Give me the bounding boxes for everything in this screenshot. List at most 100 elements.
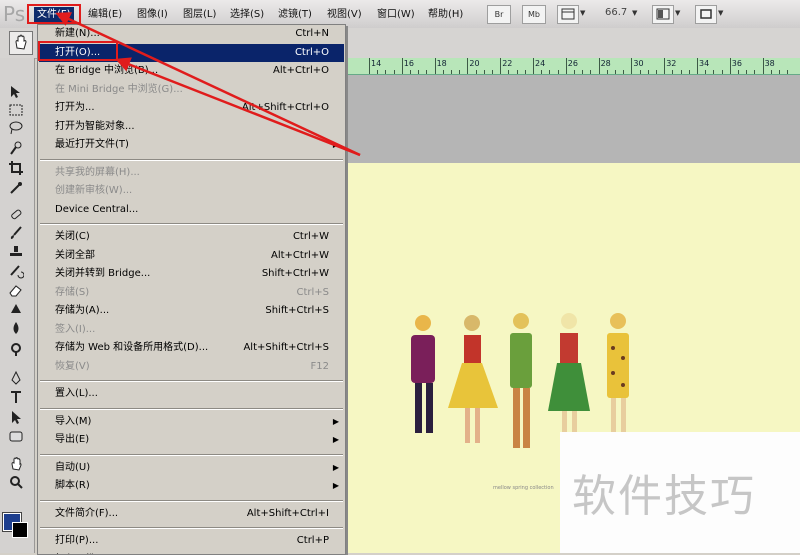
ruler-minor-tick	[410, 70, 411, 74]
menu-item-label: 自动(U)	[55, 459, 90, 477]
background-color-swatch[interactable]	[12, 522, 28, 538]
lasso-icon[interactable]	[8, 120, 24, 136]
ruler-minor-tick	[590, 70, 591, 74]
menu-help[interactable]: 帮助(H)	[428, 7, 463, 23]
bridge-button[interactable]: Br	[487, 5, 511, 24]
crop-icon[interactable]	[8, 160, 24, 176]
ruler-label: 22	[502, 59, 512, 68]
brush-icon[interactable]	[8, 225, 24, 241]
menu-select[interactable]: 选择(S)	[230, 7, 264, 23]
app-logo: Ps	[3, 2, 25, 26]
history-brush-icon[interactable]	[8, 263, 24, 279]
screen-mode-icon	[699, 8, 713, 20]
file-menu-item[interactable]: Device Central...	[39, 201, 344, 219]
ruler-minor-tick	[615, 70, 616, 74]
file-menu-item[interactable]: 存储(S)Ctrl+S	[39, 284, 344, 302]
menu-item-shortcut: F12	[311, 358, 329, 376]
file-menu-item[interactable]: 在 Bridge 中浏览(B)...Alt+Ctrl+O	[39, 62, 344, 80]
menu-item-shortcut: Alt+Shift+Ctrl+I	[247, 505, 329, 523]
mini-bridge-button[interactable]: Mb	[522, 5, 546, 24]
menu-item-label: 存储为(A)...	[55, 302, 109, 320]
quick-select-icon[interactable]	[8, 140, 24, 156]
pen-icon[interactable]	[8, 370, 24, 386]
hand-icon[interactable]	[8, 456, 24, 472]
file-menu-item[interactable]: 文件简介(F)...Alt+Shift+Ctrl+I	[39, 505, 344, 523]
menu-image[interactable]: 图像(I)	[137, 7, 168, 23]
chevron-down-icon[interactable]: ▼	[718, 9, 723, 17]
file-menu-item[interactable]: 脚本(R)▶	[39, 477, 344, 495]
file-menu-item[interactable]: 自动(U)▶	[39, 459, 344, 477]
file-menu-item[interactable]: 置入(L)...	[39, 385, 344, 403]
chevron-down-icon[interactable]: ▼	[580, 9, 585, 17]
menu-view[interactable]: 视图(V)	[327, 7, 362, 23]
menu-filter[interactable]: 滤镜(T)	[278, 7, 312, 23]
healing-brush-icon[interactable]	[8, 206, 24, 222]
menu-item-label: 在 Bridge 中浏览(B)...	[55, 62, 158, 80]
view-extras-button[interactable]	[557, 5, 579, 24]
menu-item-shortcut: Ctrl+S	[296, 284, 329, 302]
zoom-icon[interactable]	[8, 474, 24, 490]
menu-item-shortcut: Alt+Shift+Ctrl+S	[243, 339, 329, 357]
file-menu-item[interactable]: 创建新审核(W)...	[39, 182, 344, 200]
clone-stamp-icon[interactable]	[8, 244, 24, 260]
file-menu-item[interactable]: 在 Mini Bridge 中浏览(G)...	[39, 81, 344, 99]
file-menu-item[interactable]: 关闭并转到 Bridge...Shift+Ctrl+W	[39, 265, 344, 283]
move-icon[interactable]	[8, 84, 24, 100]
ruler-minor-tick	[771, 70, 772, 74]
menu-item-shortcut: Shift+Ctrl+S	[265, 302, 329, 320]
file-menu-item[interactable]: 导入(M)▶	[39, 413, 344, 431]
file-menu-item[interactable]: 存储为 Web 和设备所用格式(D)...Alt+Shift+Ctrl+S	[39, 339, 344, 357]
file-menu-item[interactable]: 共享我的屏幕(H)...	[39, 164, 344, 182]
menu-item-label: 置入(L)...	[55, 385, 98, 403]
menu-item-label: 恢复(V)	[55, 358, 90, 376]
menu-layer[interactable]: 图层(L)	[183, 7, 216, 23]
dodge-icon[interactable]	[8, 341, 24, 357]
arrange-documents-button[interactable]	[652, 5, 674, 24]
file-menu-item[interactable]: 关闭(C)Ctrl+W	[39, 228, 344, 246]
menu-item-label: 导入(M)	[55, 413, 91, 431]
ruler-minor-tick	[648, 70, 649, 74]
marquee-icon[interactable]	[8, 102, 24, 118]
blur-icon[interactable]	[8, 320, 24, 336]
menu-item-label: 导出(E)	[55, 431, 89, 449]
submenu-arrow-icon: ▶	[333, 136, 339, 154]
menu-item-label: 打开为智能对象...	[55, 118, 135, 136]
menu-item-shortcut: Ctrl+N	[295, 25, 329, 43]
menu-edit[interactable]: 编辑(E)	[88, 7, 122, 23]
menu-separator	[40, 527, 343, 529]
eyedropper-icon[interactable]	[8, 180, 24, 196]
ruler-tick	[730, 58, 731, 74]
file-menu-item[interactable]: 打开为...Alt+Shift+Ctrl+O	[39, 99, 344, 117]
menu-window[interactable]: 窗口(W)	[377, 7, 415, 23]
file-menu-item[interactable]: 恢复(V) F12	[39, 358, 344, 376]
menu-item-shortcut: Ctrl+O	[295, 44, 329, 62]
path-select-icon[interactable]	[8, 409, 24, 425]
chevron-down-icon[interactable]: ▼	[675, 9, 680, 17]
menu-item-label: 脚本(R)	[55, 477, 90, 495]
ruler-label: 30	[633, 59, 643, 68]
file-menu-item[interactable]: 关闭全部Alt+Ctrl+W	[39, 247, 344, 265]
shape-icon[interactable]	[8, 428, 24, 444]
ruler-tick	[533, 58, 534, 74]
ruler-label: 28	[601, 59, 611, 68]
menu-item-label: 关闭(C)	[55, 228, 90, 246]
file-menu-item[interactable]: 签入(I)...	[39, 321, 344, 339]
hand-icon	[10, 32, 32, 54]
eraser-icon[interactable]	[8, 282, 24, 298]
tool-preset-picker[interactable]	[9, 31, 33, 55]
zoom-level[interactable]: 66.7	[605, 7, 627, 18]
arrange-icon	[656, 8, 670, 20]
screen-mode-button[interactable]	[695, 5, 717, 24]
ruler-tick	[566, 58, 567, 74]
file-menu-item[interactable]: 导出(E)▶	[39, 431, 344, 449]
ruler-minor-tick	[722, 70, 723, 74]
file-menu-item[interactable]: 最近打开文件(T) ▶	[39, 136, 344, 154]
file-menu-item[interactable]: 打开为智能对象...	[39, 118, 344, 136]
file-menu-item[interactable]: 存储为(A)... Shift+Ctrl+S	[39, 302, 344, 320]
chevron-down-icon[interactable]: ▼	[632, 9, 637, 17]
menu-item-label: 最近打开文件(T)	[55, 136, 129, 154]
file-menu-item[interactable]: 打印(P)...Ctrl+P	[39, 532, 344, 550]
menu-item-label: 创建新审核(W)...	[55, 182, 132, 200]
type-icon[interactable]	[8, 389, 24, 405]
gradient-icon[interactable]	[8, 301, 24, 317]
